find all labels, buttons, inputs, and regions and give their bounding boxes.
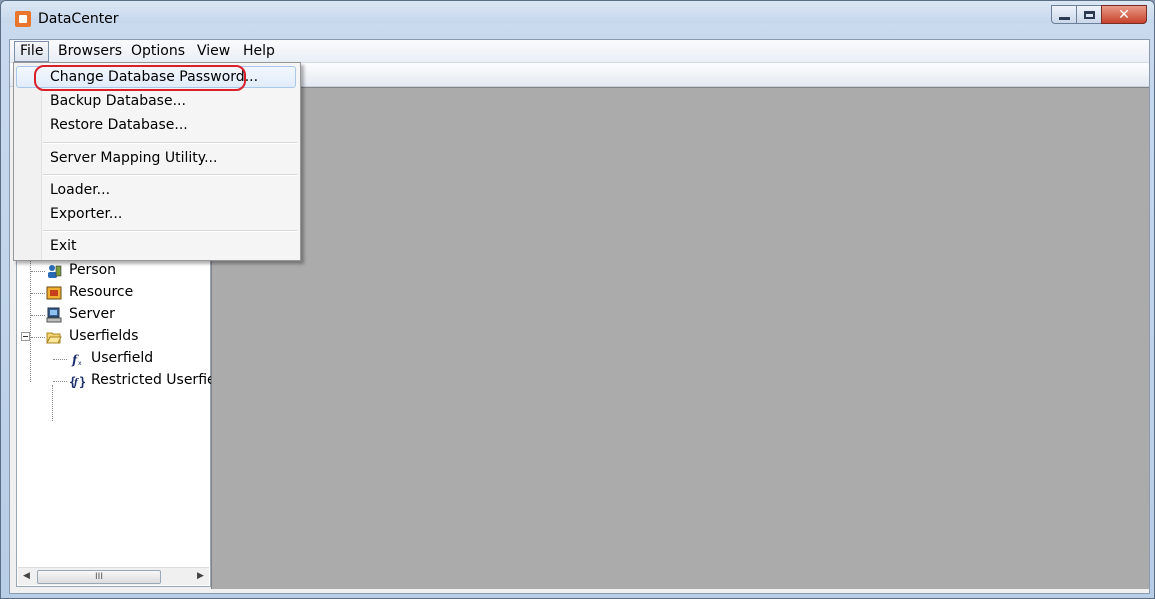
minimize-button[interactable] (1051, 5, 1077, 24)
tree-branch (31, 293, 45, 295)
menu-separator (43, 142, 297, 144)
tree-item-userfields[interactable]: Userfields (17, 326, 210, 348)
tree-branch (53, 381, 67, 383)
tree-item-server[interactable]: Server (17, 304, 210, 326)
menu-item-label: Server Mapping Utility... (50, 150, 218, 166)
menu-server-mapping[interactable]: Server Mapping Utility... (16, 147, 296, 169)
menu-item-label: Exporter... (50, 206, 123, 222)
tree-item-label: Person (69, 262, 117, 278)
menu-browsers[interactable]: Browsers (53, 42, 127, 61)
tree-item-resource[interactable]: Resource (17, 282, 210, 304)
menu-exit[interactable]: Exit (16, 235, 296, 257)
menu-separator (43, 230, 297, 232)
folder-open-icon (46, 329, 62, 345)
tree-branch (31, 315, 45, 317)
scrollbar-thumb[interactable]: III (37, 570, 161, 584)
minimize-icon (1058, 17, 1070, 20)
resource-icon (46, 285, 62, 301)
menu-item-label: Change Database Password... (50, 69, 259, 85)
menu-exporter[interactable]: Exporter... (16, 203, 296, 225)
menu-view[interactable]: View (192, 42, 235, 61)
maximize-icon (1083, 10, 1095, 19)
function-icon: fx (69, 351, 85, 367)
person-icon (46, 263, 62, 279)
menu-separator (43, 174, 297, 176)
close-icon: ✕ (1118, 6, 1130, 23)
menu-options[interactable]: Options (126, 42, 190, 61)
collapse-toggle-icon[interactable] (21, 332, 30, 341)
menu-file[interactable]: File (14, 41, 50, 62)
tree-branch (31, 271, 45, 273)
menu-change-db-password[interactable]: Change Database Password... (16, 66, 296, 88)
menu-item-label: Backup Database... (50, 93, 186, 109)
tree-item-label: Userfield (91, 350, 154, 366)
scroll-left-icon[interactable]: ◀ (18, 568, 35, 585)
svg-text:}: } (79, 375, 85, 389)
tree-item-person[interactable]: Person (17, 260, 210, 282)
window-controls: ✕ (1051, 5, 1147, 25)
scroll-right-icon[interactable]: ▶ (192, 568, 209, 585)
mdi-workspace (211, 87, 1149, 589)
horizontal-scrollbar[interactable]: ◀ III ▶ (18, 567, 209, 585)
window-title: DataCenter (38, 11, 119, 27)
menu-restore-db[interactable]: Restore Database... (16, 114, 296, 136)
menu-bar: File Browsers Options View Help (10, 40, 1149, 63)
tree-item-label: Userfields (69, 328, 139, 344)
svg-text:x: x (78, 360, 82, 367)
title-bar[interactable]: DataCenter ✕ (1, 5, 1154, 37)
restricted-function-icon: {f} (69, 373, 86, 389)
file-menu-dropdown: Change Database Password... Backup Datab… (13, 62, 301, 261)
tree-item-label: Restricted Userfiel (91, 372, 220, 388)
tree-item-label: Resource (69, 284, 134, 300)
tree-branch (31, 337, 45, 339)
app-window: DataCenter ✕ File Browsers Options View … (0, 0, 1155, 599)
menu-item-label: Exit (50, 238, 77, 254)
tree-item-restricted-userfield[interactable]: {f} Restricted Userfiel (17, 370, 220, 392)
tree-item-userfield[interactable]: fx Userfield (17, 348, 210, 370)
server-icon (46, 307, 62, 323)
menu-item-label: Loader... (50, 182, 111, 198)
tree-item-label: Server (69, 306, 115, 322)
maximize-button[interactable] (1076, 5, 1102, 24)
tree-branch (53, 359, 67, 361)
menu-loader[interactable]: Loader... (16, 179, 296, 201)
menu-help[interactable]: Help (238, 42, 280, 61)
app-logo-icon (15, 11, 31, 27)
close-button[interactable]: ✕ (1101, 5, 1147, 24)
menu-item-label: Restore Database... (50, 117, 188, 133)
menu-backup-db[interactable]: Backup Database... (16, 90, 296, 112)
